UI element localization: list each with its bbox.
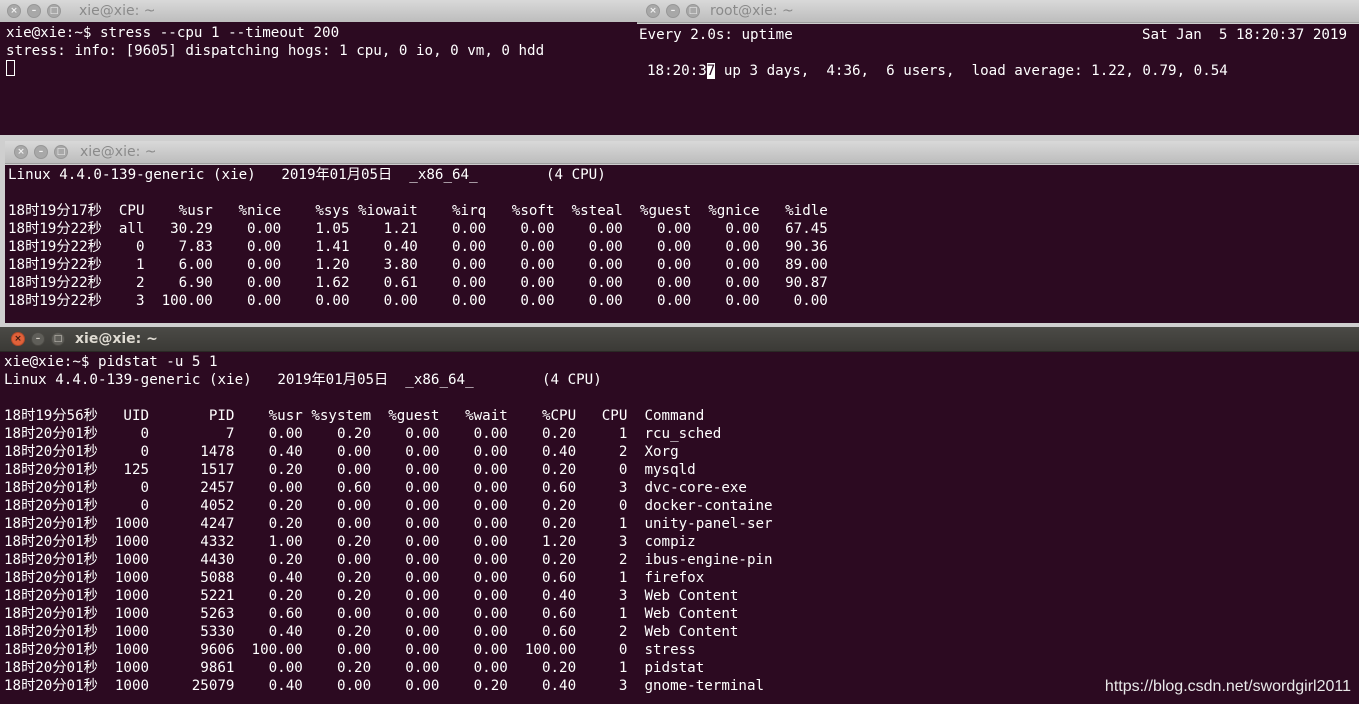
window-title: xie@xie: ~ [75, 331, 158, 347]
terminal-line: Linux 4.4.0-139-generic (xie) 2019年01月05… [8, 167, 606, 183]
terminal-window-stress[interactable]: × – □ xie@xie: ~ xie@xie:~$ stress --cpu… [0, 0, 637, 135]
maximize-icon[interactable]: □ [54, 145, 68, 159]
table-row: 18时20分01秒 1000 4247 0.20 0.00 0.00 0.00 … [4, 516, 773, 532]
table-row: 18时20分01秒 125 1517 0.20 0.00 0.00 0.00 0… [4, 462, 696, 478]
minimize-icon[interactable]: – [666, 4, 680, 18]
table-row: 18时19分22秒 2 6.90 0.00 1.62 0.61 0.00 0.0… [8, 275, 828, 291]
close-icon[interactable]: × [7, 4, 21, 18]
terminal-output[interactable]: xie@xie:~$ stress --cpu 1 --timeout 200 … [0, 22, 637, 135]
table-row: 18时20分01秒 0 1478 0.40 0.00 0.00 0.00 0.4… [4, 444, 679, 460]
terminal-output[interactable]: xie@xie:~$ pidstat -u 5 1 Linux 4.4.0-13… [0, 352, 1359, 704]
table-row: 18时20分01秒 1000 9606 100.00 0.00 0.00 0.0… [4, 642, 696, 658]
table-row: 18时19分22秒 1 6.00 0.00 1.20 3.80 0.00 0.0… [8, 257, 828, 273]
terminal-line: Linux 4.4.0-139-generic (xie) 2019年01月05… [4, 372, 602, 388]
uptime-line: 18:20:37 up 3 days, 4:36, 6 users, load … [647, 62, 1228, 80]
table-row: 18时20分01秒 1000 25079 0.40 0.00 0.00 0.20… [4, 678, 765, 694]
table-row: 18时20分01秒 1000 4430 0.20 0.00 0.00 0.00 … [4, 552, 773, 568]
table-row: 18时20分01秒 0 4052 0.20 0.00 0.00 0.00 0.2… [4, 498, 773, 514]
close-icon[interactable]: × [11, 332, 25, 346]
close-icon[interactable]: × [646, 4, 660, 18]
table-row: 18时19分22秒 all 30.29 0.00 1.05 1.21 0.00 … [8, 221, 828, 237]
uptime-text-pre: 18:20:3 [647, 63, 707, 79]
terminal-line: xie@xie:~$ pidstat -u 5 1 [4, 354, 218, 370]
window-title: root@xie: ~ [710, 3, 794, 19]
table-row: 18时20分01秒 1000 5330 0.40 0.20 0.00 0.00 … [4, 624, 739, 640]
titlebar[interactable]: × – □ xie@xie: ~ [5, 141, 1359, 164]
watch-header-right: Sat Jan 5 18:20:37 2019 [1142, 27, 1347, 43]
mpstat-header: 18时19分17秒 CPU %usr %nice %sys %iowait %i… [8, 203, 828, 219]
maximize-icon[interactable]: □ [47, 4, 61, 18]
minimize-icon[interactable]: – [31, 332, 45, 346]
watch-header-left: Every 2.0s: uptime [639, 27, 793, 43]
terminal-output[interactable]: Every 2.0s: uptime Sat Jan 5 18:20:37 20… [637, 24, 1359, 135]
minimize-icon[interactable]: – [27, 4, 41, 18]
table-row: 18时20分01秒 1000 4332 1.00 0.20 0.00 0.00 … [4, 534, 696, 550]
desktop: × – □ xie@xie: ~ xie@xie:~$ stress --cpu… [0, 0, 1359, 704]
titlebar[interactable]: × – □ xie@xie: ~ [0, 327, 1359, 352]
table-row: 18时20分01秒 1000 5221 0.20 0.20 0.00 0.00 … [4, 588, 739, 604]
terminal-window-pidstat[interactable]: × – □ xie@xie: ~ xie@xie:~$ pidstat -u 5… [0, 327, 1359, 704]
table-row: 18时20分01秒 1000 5263 0.60 0.00 0.00 0.00 … [4, 606, 739, 622]
table-row: 18时19分22秒 3 100.00 0.00 0.00 0.00 0.00 0… [8, 293, 828, 309]
minimize-icon[interactable]: – [34, 145, 48, 159]
terminal-line: xie@xie:~$ stress --cpu 1 --timeout 200 [6, 25, 340, 41]
table-row: 18时20分01秒 1000 9861 0.00 0.20 0.00 0.00 … [4, 660, 705, 676]
pidstat-header: 18时19分56秒 UID PID %usr %system %guest %w… [4, 408, 705, 424]
maximize-icon[interactable]: □ [51, 332, 65, 346]
terminal-output[interactable]: Linux 4.4.0-139-generic (xie) 2019年01月05… [5, 165, 1359, 323]
table-row: 18时20分01秒 0 2457 0.00 0.60 0.00 0.00 0.6… [4, 480, 747, 496]
table-row: 18时20分01秒 1000 5088 0.40 0.20 0.00 0.00 … [4, 570, 705, 586]
terminal-window-uptime[interactable]: × – □ root@xie: ~ Every 2.0s: uptime Sat… [637, 0, 1359, 135]
table-row: 18时20分01秒 0 7 0.00 0.20 0.00 0.00 0.20 1… [4, 426, 722, 442]
window-title: xie@xie: ~ [79, 3, 156, 19]
close-icon[interactable]: × [14, 145, 28, 159]
terminal-window-mpstat[interactable]: × – □ xie@xie: ~ Linux 4.4.0-139-generic… [5, 141, 1359, 323]
maximize-icon[interactable]: □ [686, 4, 700, 18]
table-row: 18时19分22秒 0 7.83 0.00 1.41 0.40 0.00 0.0… [8, 239, 828, 255]
titlebar[interactable]: × – □ root@xie: ~ [637, 0, 1359, 23]
terminal-cursor-line [6, 60, 15, 78]
terminal-line: stress: info: [9605] dispatching hogs: 1… [6, 43, 545, 59]
text-cursor [6, 60, 15, 76]
watermark: https://blog.csdn.net/swordgirl2011 [1104, 678, 1351, 695]
window-title: xie@xie: ~ [80, 144, 157, 160]
uptime-text-post: up 3 days, 4:36, 6 users, load average: … [715, 63, 1228, 79]
titlebar[interactable]: × – □ xie@xie: ~ [0, 0, 637, 23]
